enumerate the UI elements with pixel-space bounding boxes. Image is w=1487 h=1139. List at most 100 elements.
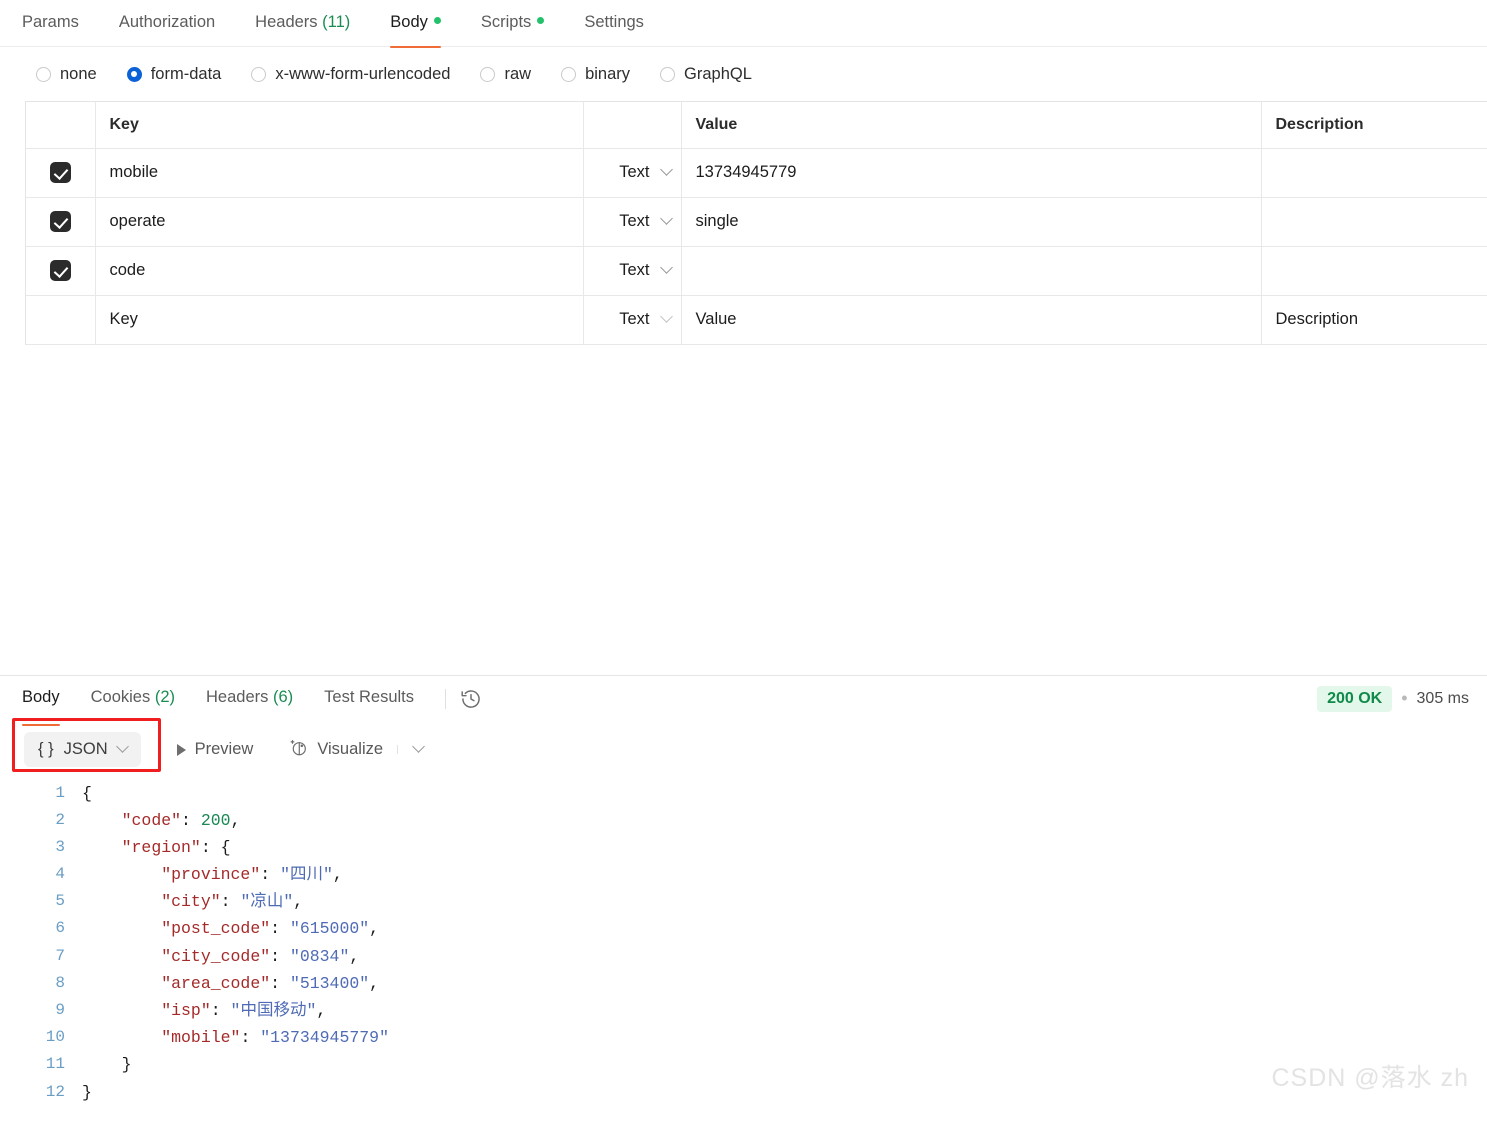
response-tab-test-results[interactable]: Test Results [324, 676, 414, 721]
body-type-radio-raw[interactable]: raw [480, 65, 531, 84]
code-line-text: "isp": "中国移动", [82, 997, 326, 1024]
code-token: "mobile" [161, 1028, 241, 1048]
history-icon[interactable] [460, 688, 482, 710]
row-type-select[interactable]: Text [583, 246, 682, 296]
response-tab-label: Cookies [90, 688, 151, 706]
request-tab-label: Headers [255, 13, 318, 31]
body-type-radio-x-www-form-urlencoded[interactable]: x-www-form-urlencoded [251, 65, 450, 84]
radio-icon [126, 66, 142, 82]
table-row: operate Text single [26, 197, 1487, 247]
header-type [583, 102, 682, 149]
empty-body-space [0, 345, 1487, 675]
body-type-radio-label: raw [504, 64, 532, 83]
line-number: 6 [55, 919, 65, 938]
table-row-placeholder: Key Text Value Description [26, 295, 1487, 345]
row-enabled-checkbox[interactable] [49, 260, 71, 281]
response-viewer-toolbar: { } JSON Preview Visualize [0, 718, 1487, 778]
code-token: "615000" [289, 919, 370, 939]
code-token: "四川" [280, 865, 333, 885]
code-token: : [210, 1001, 231, 1020]
request-tab-label: Scripts [480, 13, 532, 31]
row-type-label: Text [619, 163, 650, 181]
row-type-select[interactable]: Text [583, 197, 682, 247]
line-number: 11 [45, 1055, 65, 1074]
placeholder-value-input[interactable]: Value [681, 295, 1262, 345]
row-key-input[interactable]: mobile [95, 148, 584, 198]
response-tab-body[interactable]: Body [22, 676, 60, 726]
code-token: : [270, 919, 290, 939]
line-number: 12 [45, 1082, 65, 1101]
body-type-radio-none[interactable]: none [36, 65, 97, 84]
code-token: } [121, 1055, 132, 1075]
code-token: : [200, 837, 221, 857]
code-token: "中国移动" [230, 1001, 317, 1020]
placeholder-description-input[interactable]: Description [1261, 295, 1487, 345]
body-type-radio-GraphQL[interactable]: GraphQL [660, 65, 752, 84]
row-enabled-checkbox[interactable] [49, 162, 71, 183]
placeholder-key-input[interactable]: Key [95, 295, 584, 345]
row-value-input[interactable]: 13734945779 [681, 148, 1262, 198]
body-type-radio-binary[interactable]: binary [561, 65, 630, 84]
chevron-down-icon [659, 212, 673, 225]
header-checkbox-cell [26, 102, 96, 149]
request-tab-headers[interactable]: Headers (11) [255, 0, 350, 48]
code-token: "region" [121, 837, 201, 857]
status-badge: 200 OK [1317, 685, 1393, 712]
form-data-table: Key Value Description mobile Text 13734945… [25, 101, 1487, 345]
row-description-input[interactable] [1261, 246, 1487, 296]
table-row: code Text [26, 246, 1487, 296]
request-tab-authorization[interactable]: Authorization [119, 0, 215, 48]
row-description-input[interactable] [1261, 148, 1487, 198]
chevron-down-icon [412, 740, 425, 753]
format-select-label: JSON [63, 740, 108, 758]
row-key-input[interactable]: operate [95, 197, 584, 247]
request-tab-settings[interactable]: Settings [584, 0, 644, 48]
row-value-input[interactable]: single [681, 197, 1262, 247]
request-tab-params[interactable]: Params [22, 0, 79, 48]
watermark: CSDN @落水 zh [1271, 1063, 1469, 1092]
code-token: "code" [121, 810, 182, 830]
code-line-text: "city": "凉山", [82, 888, 303, 915]
response-body-code[interactable]: 1{2 "code": 200, 3 "region": {4 "province… [0, 778, 1487, 1106]
code-token: : [181, 810, 201, 830]
body-type-radio-label: x-www-form-urlencoded [275, 64, 451, 83]
row-enabled-checkbox[interactable] [49, 211, 71, 232]
response-tab-count: (6) [272, 688, 294, 706]
request-tab-scripts[interactable]: Scripts [480, 0, 545, 48]
request-tab-label: Authorization [118, 13, 216, 31]
row-type-select[interactable]: Text [583, 148, 682, 198]
row-description-input[interactable] [1261, 197, 1487, 247]
response-pane: Body Cookies (2) Headers (6) Test Results 2… [0, 674, 1487, 1106]
code-line-text: "code": 200, [82, 807, 241, 834]
request-tab-body[interactable]: Body [390, 0, 441, 48]
visualize-button[interactable]: Visualize [289, 738, 383, 762]
code-token: , [230, 810, 241, 830]
code-line: 7 "city_code": "0834", [0, 943, 1487, 970]
row-key-input[interactable]: code [95, 246, 584, 296]
response-tab-cookies[interactable]: Cookies (2) [91, 676, 175, 721]
response-tab-count: (2) [154, 688, 175, 706]
response-tab-label: Body [22, 688, 60, 706]
viewer-more-options[interactable] [397, 740, 425, 754]
code-token: , [369, 919, 380, 939]
code-token: } [82, 1082, 92, 1102]
unsaved-indicator-dot [537, 17, 545, 24]
code-token: "city_code" [161, 946, 271, 966]
body-type-radio-form-data[interactable]: form-data [126, 65, 221, 84]
row-value-input[interactable] [681, 246, 1262, 296]
response-tab-headers[interactable]: Headers (6) [206, 676, 293, 721]
code-line-text: "region": { [82, 834, 231, 861]
request-tab-bar: Params Authorization Headers (11) Body Scrip… [0, 0, 1487, 48]
code-token: "area_code" [161, 973, 271, 993]
format-select-json[interactable]: { } JSON [24, 732, 141, 767]
preview-button[interactable]: Preview [176, 740, 253, 759]
placeholder-type-select[interactable]: Text [583, 295, 682, 345]
code-line: 5 "city": "凉山", [0, 888, 1487, 915]
response-tab-bar: Body Cookies (2) Headers (6) Test Results 2… [0, 676, 1487, 726]
request-tab-count: (11) [322, 13, 351, 31]
code-token: : [240, 1028, 261, 1048]
code-token: : [260, 865, 281, 885]
code-line-text: "post_code": "615000", [82, 915, 379, 942]
row-checkbox-cell [26, 148, 96, 198]
code-token: "province" [161, 865, 261, 885]
